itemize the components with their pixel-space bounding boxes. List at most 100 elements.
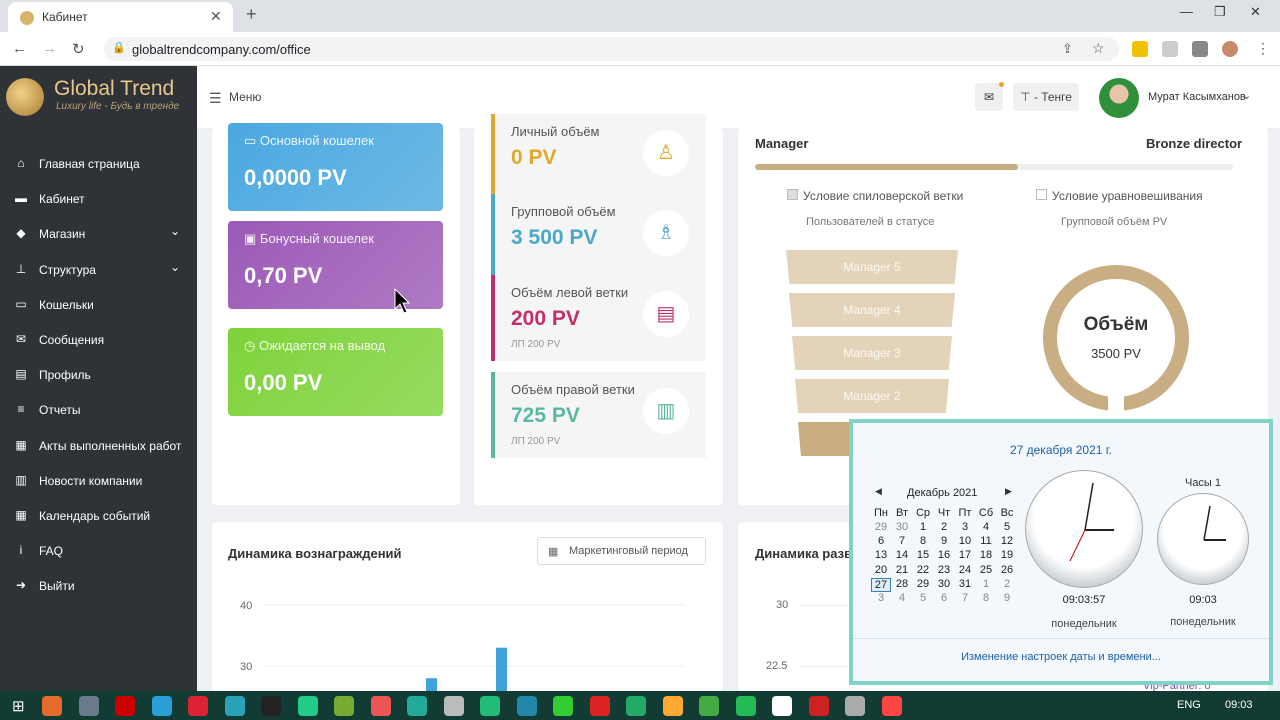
minimize-icon[interactable]: —	[1180, 4, 1193, 19]
qr-icon[interactable]	[1162, 41, 1178, 57]
sidebar-item[interactable]: ≡ Отчеты	[0, 392, 197, 427]
sidebar-item[interactable]: ▤ Профиль	[0, 357, 197, 392]
sidebar-item[interactable]: ⌂ Главная страница	[0, 146, 197, 181]
sidebar-item[interactable]: ▦ Акты выполненных работ	[0, 428, 197, 463]
profile-icon[interactable]	[1222, 41, 1238, 57]
calendar-day[interactable]: 7	[892, 535, 912, 547]
taskbar-app-icon[interactable]	[845, 696, 865, 716]
change-datetime-link[interactable]: Изменение настроек даты и времени...	[853, 651, 1269, 663]
wallet-card[interactable]: ◷ Ожидается на вывод 0,00 PV	[228, 328, 443, 416]
calendar-day[interactable]: 3	[955, 521, 975, 533]
url-bar[interactable]: 🔒 globaltrendcompany.com/office ⇪ ☆	[104, 37, 1119, 61]
calendar-day[interactable]: 19	[997, 549, 1017, 561]
taskbar-app-icon[interactable]	[188, 696, 208, 716]
taskbar-app-icon[interactable]	[808, 696, 829, 716]
sidebar-item[interactable]: ▥ Новости компании	[0, 463, 197, 498]
calendar-day[interactable]: 21	[892, 564, 912, 576]
calendar-day[interactable]: 30	[892, 521, 912, 533]
calendar-day[interactable]: 18	[976, 549, 996, 561]
browser-menu-icon[interactable]: ⋮	[1256, 40, 1270, 57]
calendar-day[interactable]: 8	[976, 592, 996, 604]
chevron-down-icon[interactable]: ⌄	[170, 260, 180, 274]
calendar-day[interactable]: 5	[997, 521, 1017, 533]
month-label[interactable]: Декабрь 2021	[907, 487, 977, 499]
new-tab-icon[interactable]: +	[246, 4, 257, 25]
calendar-day[interactable]: 16	[934, 549, 954, 561]
menu-label[interactable]: Меню	[229, 90, 261, 104]
calendar-day[interactable]: 5	[913, 592, 933, 604]
browser-tab[interactable]: Кабинет ✕	[8, 2, 233, 32]
taskbar-app-icon[interactable]	[42, 696, 62, 716]
bookmark-star-icon[interactable]: ☆	[1092, 40, 1105, 57]
calendar-day[interactable]: 15	[913, 549, 933, 561]
calendar-day-today[interactable]: 27	[871, 577, 891, 592]
calendar-day[interactable]: 24	[955, 564, 975, 576]
taskbar-app-icon[interactable]	[553, 696, 573, 716]
restore-icon[interactable]: ❐	[1214, 4, 1226, 20]
taskbar-app-icon[interactable]	[407, 696, 427, 716]
hamburger-icon[interactable]: ☰	[209, 90, 222, 107]
forward-icon[interactable]: →	[42, 40, 57, 57]
taskbar-app-icon[interactable]	[699, 696, 719, 716]
mail-button[interactable]: ✉	[975, 83, 1003, 111]
prev-month-icon[interactable]: ◀	[875, 486, 882, 497]
windows-start-icon[interactable]: ⊞	[12, 697, 25, 715]
calendar-day[interactable]: 29	[871, 521, 891, 533]
calendar-day[interactable]: 2	[934, 521, 954, 533]
calendar-day[interactable]: 23	[934, 564, 954, 576]
taskbar-clock[interactable]: 09:03	[1225, 699, 1253, 711]
taskbar-app-icon[interactable]	[735, 696, 756, 716]
calendar-day[interactable]: 9	[997, 592, 1017, 604]
calendar-day[interactable]: 31	[955, 578, 975, 590]
calendar-day[interactable]: 7	[955, 592, 975, 604]
calendar-day[interactable]: 8	[913, 535, 933, 547]
taskbar-app-icon[interactable]	[370, 696, 391, 716]
sidebar-item[interactable]: ➜ Выйти	[0, 568, 197, 603]
taskbar-app-icon[interactable]	[115, 696, 135, 716]
sidebar-item[interactable]: ✉ Сообщения	[0, 322, 197, 357]
taskbar-app-icon[interactable]	[334, 696, 354, 716]
taskbar-app-icon[interactable]	[443, 696, 464, 716]
taskbar-app-icon[interactable]	[516, 696, 537, 716]
close-window-icon[interactable]: ✕	[1250, 4, 1261, 20]
sidebar-item[interactable]: ▭ Кошельки	[0, 287, 197, 322]
calendar-day[interactable]: 9	[934, 535, 954, 547]
sidebar-item[interactable]: ◆ Магазин ⌄	[0, 216, 197, 251]
calendar-day[interactable]: 22	[913, 564, 933, 576]
sidebar-item[interactable]: ▦ Календарь событий	[0, 498, 197, 533]
calendar-day[interactable]: 20	[871, 564, 891, 576]
user-name[interactable]: Мурат Касымханов	[1148, 91, 1246, 103]
currency-button[interactable]: ⊤ - Тенге	[1013, 83, 1079, 111]
taskbar-app-icon[interactable]	[224, 696, 245, 716]
taskbar-app-icon[interactable]	[662, 696, 683, 716]
calendar-day[interactable]: 14	[892, 549, 912, 561]
calendar-day[interactable]: 26	[997, 564, 1017, 576]
calendar-day[interactable]: 1	[976, 578, 996, 590]
calendar-day[interactable]: 3	[871, 592, 891, 604]
sidebar-item[interactable]: ▬ Кабинет	[0, 181, 197, 216]
spillover-checkbox[interactable]	[787, 189, 798, 200]
sidebar-item[interactable]: i FAQ	[0, 533, 197, 568]
calendar-day[interactable]: 1	[913, 521, 933, 533]
calendar-day[interactable]: 30	[934, 578, 954, 590]
avatar[interactable]	[1099, 78, 1139, 118]
wallet-card[interactable]: ▭ Основной кошелек 0,0000 PV	[228, 123, 443, 211]
marketing-period-button[interactable]: ▦ Маркетинговый период	[537, 537, 706, 565]
calendar-day[interactable]: 4	[892, 592, 912, 604]
calendar-day[interactable]: 29	[913, 578, 933, 590]
taskbar-app-icon[interactable]	[297, 696, 318, 716]
chevron-down-icon[interactable]: ⌄	[170, 224, 180, 238]
wallet-card[interactable]: ▣ Бонусный кошелек 0,70 PV	[228, 221, 443, 309]
close-tab-icon[interactable]: ✕	[210, 8, 222, 25]
back-icon[interactable]: ←	[12, 40, 27, 57]
popup-date[interactable]: 27 декабря 2021 г.	[853, 443, 1269, 457]
reload-icon[interactable]: ↻	[72, 40, 85, 58]
calendar-day[interactable]: 6	[871, 535, 891, 547]
calendar-day[interactable]: 11	[976, 535, 996, 547]
chevron-down-icon[interactable]: ⌄	[1242, 89, 1251, 102]
reward-bar[interactable]	[496, 647, 507, 691]
language-indicator[interactable]: ENG	[1177, 699, 1201, 711]
puzzle-icon[interactable]	[1192, 41, 1208, 57]
calendar-day[interactable]: 6	[934, 592, 954, 604]
calendar-day[interactable]: 13	[871, 549, 891, 561]
